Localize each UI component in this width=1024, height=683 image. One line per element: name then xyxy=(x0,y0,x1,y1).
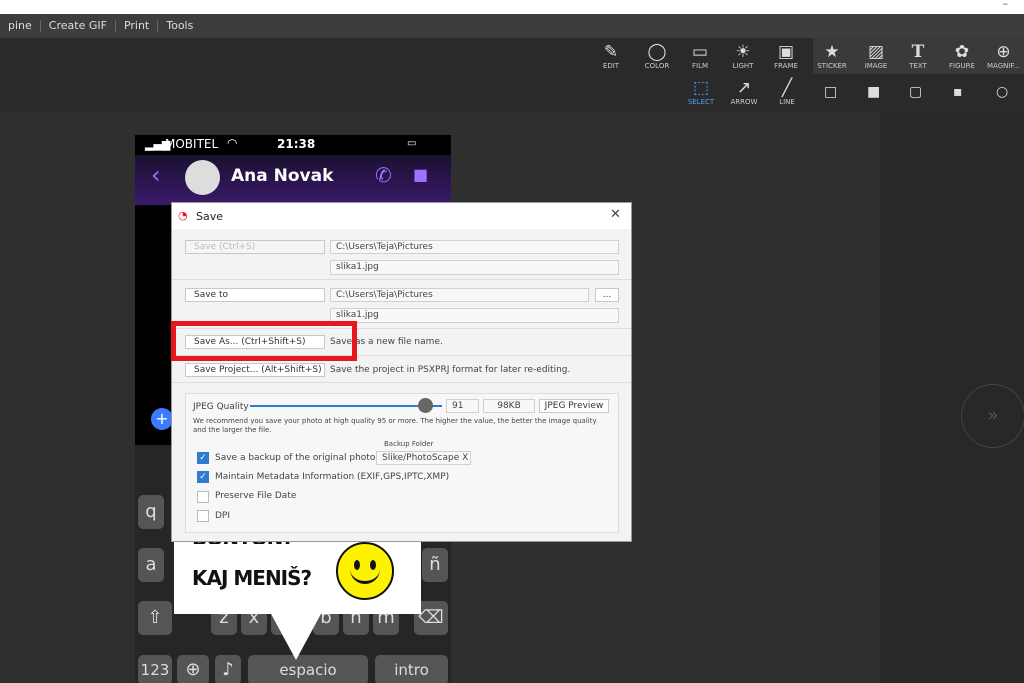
tool-edit[interactable]: ✎ EDIT xyxy=(592,42,630,70)
dialog-title: Save xyxy=(196,210,224,223)
next-image-button[interactable]: » xyxy=(961,384,1024,448)
speech-bubble-tail xyxy=(270,612,322,660)
sticker-text: BONTON? KAJ MENIŠ? xyxy=(192,532,312,596)
jpeg-quality-slider-thumb[interactable] xyxy=(417,398,433,413)
figure-icon: ✿ xyxy=(954,42,970,62)
menu-item-tools[interactable]: Tools xyxy=(158,20,201,32)
color-icon: ◯ xyxy=(647,42,667,62)
subtool-arrow[interactable]: ↗ ARROW xyxy=(725,78,763,106)
arrow-icon: ↗ xyxy=(736,78,752,98)
key-a: a xyxy=(138,548,164,582)
film-icon: ▭ xyxy=(691,42,709,62)
key-enter: intro xyxy=(375,655,448,683)
tool-color[interactable]: ◯ COLOR xyxy=(638,42,676,70)
dpi-label: DPI xyxy=(215,511,231,521)
edit-icon: ✎ xyxy=(603,42,619,62)
shape-rectangle-outline-icon[interactable]: □ xyxy=(824,84,837,100)
phone-call-icon: ✆ xyxy=(375,163,392,187)
tool-sticker[interactable]: ★ STICKER xyxy=(813,42,851,70)
tool-image[interactable]: ▨ IMAGE xyxy=(857,42,895,70)
metadata-label: Maintain Metadata Information (EXIF,GPS,… xyxy=(215,472,450,482)
minimize-button[interactable]: – xyxy=(1003,0,1009,10)
window-title-bar: – xyxy=(0,0,1024,14)
menu-item-pine[interactable]: pine xyxy=(0,20,41,32)
shape-rounded-filled-icon[interactable]: ▪ xyxy=(953,84,963,100)
shift-icon: ⇧ xyxy=(138,601,172,635)
battery-icon: ▭ xyxy=(407,138,417,149)
close-button[interactable]: ✕ xyxy=(610,207,621,222)
jpeg-preview-button[interactable]: JPEG Preview xyxy=(539,399,609,413)
dialog-title-bar: ◔ Save ✕ xyxy=(172,203,631,229)
app-logo-icon: ◔ xyxy=(178,209,188,222)
menu-bar: pine Create GIF Print Tools xyxy=(0,14,1024,38)
backup-label: Save a backup of the original photo to xyxy=(215,453,388,463)
contact-name: Ana Novak xyxy=(231,166,334,186)
text-icon: T xyxy=(911,42,925,62)
sticker-icon: ★ xyxy=(824,42,840,62)
line-icon: ╱ xyxy=(781,78,793,98)
jpeg-quality-slider-track[interactable] xyxy=(250,405,442,407)
phone-time: 21:38 xyxy=(277,137,316,151)
frame-icon: ▣ xyxy=(777,42,795,62)
subtool-select[interactable]: ⬚ SELECT xyxy=(682,78,720,106)
save-to-path-field[interactable]: C:\Users\Teja\Pictures xyxy=(330,288,589,302)
save-project-description: Save the project in PSXPRJ format for la… xyxy=(330,365,571,375)
dpi-checkbox[interactable] xyxy=(197,510,209,522)
jpeg-quality-spinner[interactable]: 91 xyxy=(446,399,479,413)
browse-button[interactable]: ... xyxy=(595,288,619,302)
select-icon: ⬚ xyxy=(692,78,710,98)
video-call-icon: ■ xyxy=(413,165,429,184)
add-icon: + xyxy=(151,408,173,430)
tool-magnifier[interactable]: ⊕ MAGNIF... xyxy=(983,42,1024,70)
back-icon: ‹ xyxy=(151,161,161,189)
smiley-mouth xyxy=(350,568,380,584)
subtool-line[interactable]: ╱ LINE xyxy=(768,78,806,106)
shape-rectangle-filled-icon[interactable]: ■ xyxy=(867,84,880,100)
save-to-file-field[interactable]: slika1.jpg xyxy=(330,308,619,323)
backup-folder-label: Backup Folder xyxy=(384,440,434,448)
file-size-field: 98KB xyxy=(483,399,535,413)
save-path-field: C:\Users\Teja\Pictures xyxy=(330,240,619,254)
carrier: MOBITEL xyxy=(165,137,219,151)
quality-recommendation: We recommend you save your photo at high… xyxy=(193,417,597,434)
image-icon: ▨ xyxy=(867,42,885,62)
chat-header: ‹ Ana Novak ✆ ■ xyxy=(135,155,451,205)
backup-checkbox[interactable]: ✓ xyxy=(197,452,209,464)
magnifier-icon: ⊕ xyxy=(996,42,1011,62)
metadata-checkbox[interactable]: ✓ xyxy=(197,471,209,483)
save-project-button[interactable]: Save Project... (Alt+Shift+S) xyxy=(185,363,325,377)
globe-icon: ⊕ xyxy=(177,655,209,683)
wifi-icon: ◠ xyxy=(227,136,238,150)
preserve-date-checkbox[interactable] xyxy=(197,491,209,503)
jpeg-quality-label: JPEG Quality xyxy=(193,402,249,412)
save-to-button[interactable]: Save to xyxy=(185,288,325,302)
key-q: q xyxy=(138,495,164,529)
save-dialog: ◔ Save ✕ Save (Ctrl+S) C:\Users\Teja\Pic… xyxy=(171,202,632,542)
light-icon: ☀ xyxy=(735,42,751,62)
backup-folder-field[interactable]: Slike/PhotoScape X xyxy=(376,451,471,465)
save-file-field: slika1.jpg xyxy=(330,260,619,275)
shape-circle-icon[interactable]: ○ xyxy=(996,84,1008,100)
shape-rounded-outline-icon[interactable]: ▢ xyxy=(909,84,922,100)
key-enye: ñ xyxy=(422,548,448,582)
preserve-date-label: Preserve File Date xyxy=(215,491,297,501)
tool-light[interactable]: ☀ LIGHT xyxy=(724,42,762,70)
tool-text[interactable]: T TEXT xyxy=(899,42,937,70)
tool-film[interactable]: ▭ FILM xyxy=(681,42,719,70)
save-button[interactable]: Save (Ctrl+S) xyxy=(185,240,325,254)
avatar xyxy=(185,160,220,195)
tool-figure[interactable]: ✿ FIGURE xyxy=(943,42,981,70)
key-123: 123 xyxy=(138,655,172,683)
highlight-annotation xyxy=(171,321,357,361)
tool-frame[interactable]: ▣ FRAME xyxy=(767,42,805,70)
menu-item-create-gif[interactable]: Create GIF xyxy=(41,20,116,32)
phone-status-bar: ▂▄▆ MOBITEL ◠ 21:38 ▭ xyxy=(135,135,451,155)
microphone-icon: ♪ xyxy=(215,655,241,683)
smiley-sticker[interactable] xyxy=(336,542,394,600)
sticker-line-2: KAJ MENIŠ? xyxy=(192,566,312,590)
menu-item-print[interactable]: Print xyxy=(116,20,159,32)
